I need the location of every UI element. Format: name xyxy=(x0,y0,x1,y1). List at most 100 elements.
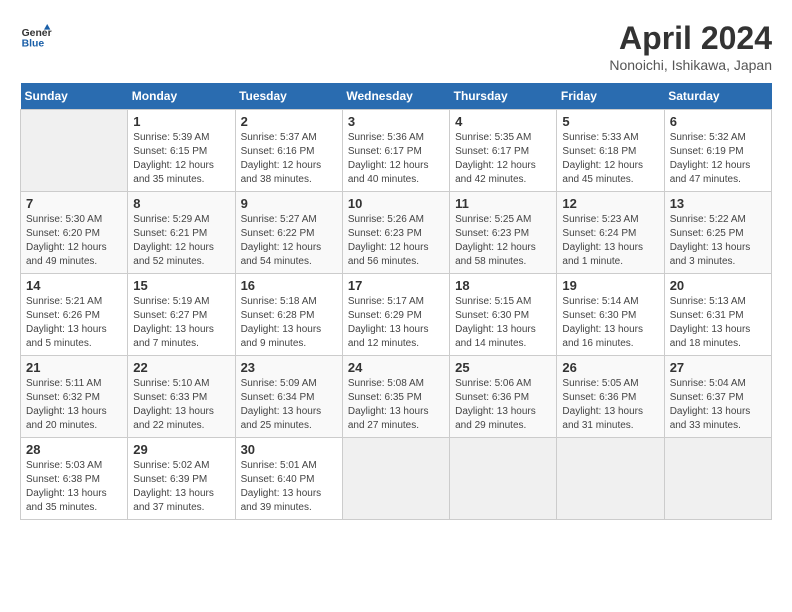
day-number: 18 xyxy=(455,278,551,293)
day-info: Sunrise: 5:18 AM Sunset: 6:28 PM Dayligh… xyxy=(241,295,337,351)
calendar-cell xyxy=(450,438,557,520)
day-number: 4 xyxy=(455,114,551,129)
weekday-header-tuesday: Tuesday xyxy=(235,83,342,110)
calendar-cell xyxy=(342,438,449,520)
svg-text:General: General xyxy=(22,28,52,39)
page-header: General Blue April 2024 Nonoichi, Ishika… xyxy=(20,20,772,73)
week-row-1: 1Sunrise: 5:39 AM Sunset: 6:15 PM Daylig… xyxy=(21,110,772,192)
weekday-header-friday: Friday xyxy=(557,83,664,110)
calendar-cell: 8Sunrise: 5:29 AM Sunset: 6:21 PM Daylig… xyxy=(128,192,235,274)
calendar-cell: 15Sunrise: 5:19 AM Sunset: 6:27 PM Dayli… xyxy=(128,274,235,356)
week-row-4: 21Sunrise: 5:11 AM Sunset: 6:32 PM Dayli… xyxy=(21,356,772,438)
calendar-cell xyxy=(664,438,771,520)
day-number: 29 xyxy=(133,442,229,457)
calendar-cell: 10 Sunrise: 5:26 AM Sunset: 6:23 PM Dayli… xyxy=(342,192,449,274)
day-info: Sunrise: 5:02 AM Sunset: 6:39 PM Dayligh… xyxy=(133,459,229,515)
calendar-cell: 6 Sunrise: 5:32 AM Sunset: 6:19 PM Daylig… xyxy=(664,110,771,192)
day-info: Sunrise: 5:39 AM Sunset: 6:15 PM Dayligh… xyxy=(133,131,229,187)
day-info: Sunrise: 5:15 AM Sunset: 6:30 PM Dayligh… xyxy=(455,295,551,351)
calendar-cell: 5 Sunrise: 5:33 AM Sunset: 6:18 PM Daylig… xyxy=(557,110,664,192)
calendar-cell: 1Sunrise: 5:39 AM Sunset: 6:15 PM Daylig… xyxy=(128,110,235,192)
week-row-2: 7Sunrise: 5:30 AM Sunset: 6:20 PM Daylig… xyxy=(21,192,772,274)
day-number: 27 xyxy=(670,360,766,375)
day-info: Sunrise: 5:32 AM Sunset: 6:19 PM Dayligh… xyxy=(670,131,766,187)
day-number: 25 xyxy=(455,360,551,375)
day-info: Sunrise: 5:19 AM Sunset: 6:27 PM Dayligh… xyxy=(133,295,229,351)
day-number: 20 xyxy=(670,278,766,293)
calendar-cell: 27 Sunrise: 5:04 AM Sunset: 6:37 PM Dayli… xyxy=(664,356,771,438)
calendar-body: 1Sunrise: 5:39 AM Sunset: 6:15 PM Daylig… xyxy=(21,110,772,520)
calendar-cell: 11Sunrise: 5:25 AM Sunset: 6:23 PM Dayli… xyxy=(450,192,557,274)
day-info: Sunrise: 5:03 AM Sunset: 6:38 PM Dayligh… xyxy=(26,459,122,515)
day-info: Sunrise: 5:36 AM Sunset: 6:17 PM Dayligh… xyxy=(348,131,444,187)
day-info: Sunrise: 5:06 AM Sunset: 6:36 PM Dayligh… xyxy=(455,377,551,433)
weekday-header-monday: Monday xyxy=(128,83,235,110)
month-year-title: April 2024 xyxy=(609,20,772,57)
day-number: 22 xyxy=(133,360,229,375)
day-info: Sunrise: 5:01 AM Sunset: 6:40 PM Dayligh… xyxy=(241,459,337,515)
day-number: 6 xyxy=(670,114,766,129)
day-info: Sunrise: 5:17 AM Sunset: 6:29 PM Dayligh… xyxy=(348,295,444,351)
day-info: Sunrise: 5:04 AM Sunset: 6:37 PM Dayligh… xyxy=(670,377,766,433)
day-info: Sunrise: 5:35 AM Sunset: 6:17 PM Dayligh… xyxy=(455,131,551,187)
day-info: Sunrise: 5:33 AM Sunset: 6:18 PM Dayligh… xyxy=(562,131,658,187)
calendar-cell: 7Sunrise: 5:30 AM Sunset: 6:20 PM Daylig… xyxy=(21,192,128,274)
day-number: 2 xyxy=(241,114,337,129)
day-info: Sunrise: 5:23 AM Sunset: 6:24 PM Dayligh… xyxy=(562,213,658,269)
location-subtitle: Nonoichi, Ishikawa, Japan xyxy=(609,57,772,73)
day-info: Sunrise: 5:11 AM Sunset: 6:32 PM Dayligh… xyxy=(26,377,122,433)
logo: General Blue xyxy=(20,20,52,52)
day-info: Sunrise: 5:10 AM Sunset: 6:33 PM Dayligh… xyxy=(133,377,229,433)
day-number: 24 xyxy=(348,360,444,375)
day-number: 30 xyxy=(241,442,337,457)
day-number: 14 xyxy=(26,278,122,293)
day-number: 28 xyxy=(26,442,122,457)
calendar-cell: 2 Sunrise: 5:37 AM Sunset: 6:16 PM Daylig… xyxy=(235,110,342,192)
day-number: 9 xyxy=(241,196,337,211)
week-row-5: 28 Sunrise: 5:03 AM Sunset: 6:38 PM Dayli… xyxy=(21,438,772,520)
day-info: Sunrise: 5:22 AM Sunset: 6:25 PM Dayligh… xyxy=(670,213,766,269)
day-number: 7 xyxy=(26,196,122,211)
day-info: Sunrise: 5:21 AM Sunset: 6:26 PM Dayligh… xyxy=(26,295,122,351)
calendar-cell: 20Sunrise: 5:13 AM Sunset: 6:31 PM Dayli… xyxy=(664,274,771,356)
title-block: April 2024 Nonoichi, Ishikawa, Japan xyxy=(609,20,772,73)
calendar-cell: 30 Sunrise: 5:01 AM Sunset: 6:40 PM Dayli… xyxy=(235,438,342,520)
calendar-cell xyxy=(557,438,664,520)
day-info: Sunrise: 5:27 AM Sunset: 6:22 PM Dayligh… xyxy=(241,213,337,269)
day-number: 23 xyxy=(241,360,337,375)
week-row-3: 14 Sunrise: 5:21 AM Sunset: 6:26 PM Dayli… xyxy=(21,274,772,356)
day-info: Sunrise: 5:26 AM Sunset: 6:23 PM Dayligh… xyxy=(348,213,444,269)
calendar-table: SundayMondayTuesdayWednesdayThursdayFrid… xyxy=(20,83,772,520)
calendar-cell: 28 Sunrise: 5:03 AM Sunset: 6:38 PM Dayli… xyxy=(21,438,128,520)
calendar-cell: 23 Sunrise: 5:09 AM Sunset: 6:34 PM Dayli… xyxy=(235,356,342,438)
day-number: 16 xyxy=(241,278,337,293)
calendar-cell: 29 Sunrise: 5:02 AM Sunset: 6:39 PM Dayli… xyxy=(128,438,235,520)
calendar-cell: 14 Sunrise: 5:21 AM Sunset: 6:26 PM Dayli… xyxy=(21,274,128,356)
day-number: 3 xyxy=(348,114,444,129)
calendar-cell: 3 Sunrise: 5:36 AM Sunset: 6:17 PM Daylig… xyxy=(342,110,449,192)
day-info: Sunrise: 5:29 AM Sunset: 6:21 PM Dayligh… xyxy=(133,213,229,269)
calendar-cell: 22 Sunrise: 5:10 AM Sunset: 6:33 PM Dayli… xyxy=(128,356,235,438)
day-info: Sunrise: 5:05 AM Sunset: 6:36 PM Dayligh… xyxy=(562,377,658,433)
weekday-header-thursday: Thursday xyxy=(450,83,557,110)
calendar-cell: 13 Sunrise: 5:22 AM Sunset: 6:25 PM Dayli… xyxy=(664,192,771,274)
day-number: 10 xyxy=(348,196,444,211)
calendar-cell: 25 Sunrise: 5:06 AM Sunset: 6:36 PM Dayli… xyxy=(450,356,557,438)
day-number: 5 xyxy=(562,114,658,129)
calendar-cell: 18 Sunrise: 5:15 AM Sunset: 6:30 PM Dayli… xyxy=(450,274,557,356)
day-number: 13 xyxy=(670,196,766,211)
svg-text:Blue: Blue xyxy=(22,38,45,49)
calendar-cell: 4 Sunrise: 5:35 AM Sunset: 6:17 PM Daylig… xyxy=(450,110,557,192)
day-info: Sunrise: 5:09 AM Sunset: 6:34 PM Dayligh… xyxy=(241,377,337,433)
day-number: 19 xyxy=(562,278,658,293)
day-number: 17 xyxy=(348,278,444,293)
calendar-cell: 21Sunrise: 5:11 AM Sunset: 6:32 PM Dayli… xyxy=(21,356,128,438)
calendar-cell: 17 Sunrise: 5:17 AM Sunset: 6:29 PM Dayli… xyxy=(342,274,449,356)
calendar-cell: 16 Sunrise: 5:18 AM Sunset: 6:28 PM Dayli… xyxy=(235,274,342,356)
day-info: Sunrise: 5:14 AM Sunset: 6:30 PM Dayligh… xyxy=(562,295,658,351)
logo-icon: General Blue xyxy=(20,20,52,52)
day-number: 11 xyxy=(455,196,551,211)
calendar-cell: 19 Sunrise: 5:14 AM Sunset: 6:30 PM Dayli… xyxy=(557,274,664,356)
day-info: Sunrise: 5:08 AM Sunset: 6:35 PM Dayligh… xyxy=(348,377,444,433)
day-info: Sunrise: 5:37 AM Sunset: 6:16 PM Dayligh… xyxy=(241,131,337,187)
